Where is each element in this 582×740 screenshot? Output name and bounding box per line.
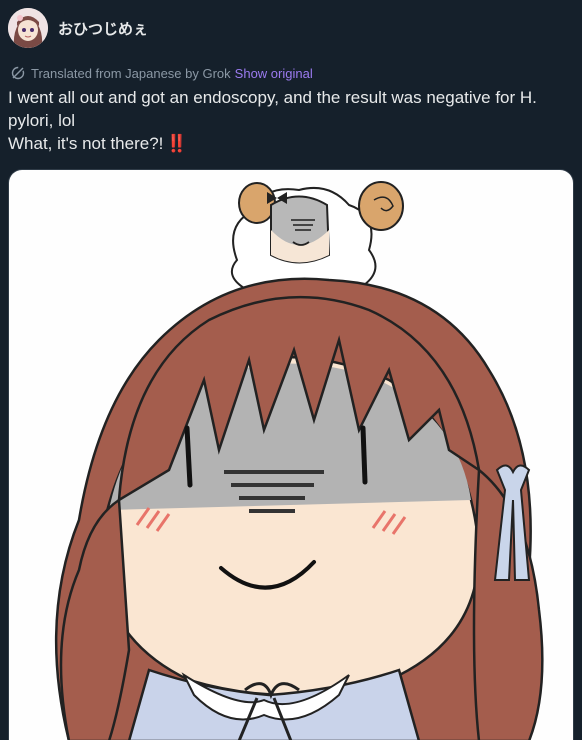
tweet-text-line-1: I went all out and got an endoscopy, and… <box>8 88 537 130</box>
tweet-text: I went all out and got an endoscopy, and… <box>8 86 574 155</box>
translate-icon <box>11 66 25 80</box>
chibi-girl-with-sheep-illustration <box>54 181 544 740</box>
tweet-text-line-2-text: What, it's not there?! <box>8 134 164 153</box>
translation-notice: Translated from Japanese by Grok <box>31 65 231 81</box>
tweet-media-image[interactable] <box>8 169 574 740</box>
sheep-character <box>230 181 404 290</box>
tweet-header: おひつじめぇ <box>8 6 148 50</box>
display-name[interactable]: おひつじめぇ <box>58 18 148 39</box>
double-exclamation-emoji: ‼️ <box>166 134 187 153</box>
tweet-text-line-2: What, it's not there?! ‼️ <box>8 132 574 155</box>
avatar[interactable] <box>8 8 48 48</box>
show-original-link[interactable]: Show original <box>235 66 313 81</box>
translation-notice-row: Translated from Japanese by Grok Show or… <box>10 64 313 82</box>
